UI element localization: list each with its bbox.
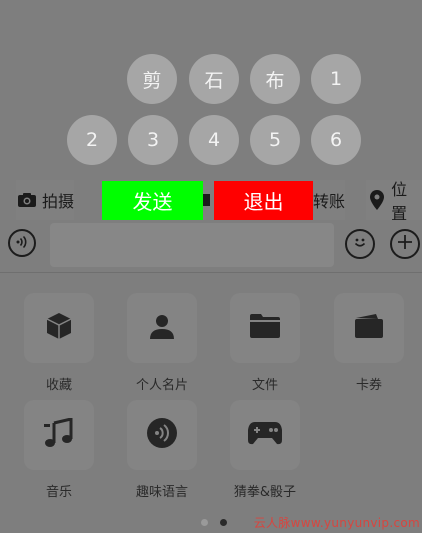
page-dot-2[interactable] [220, 519, 227, 526]
key-scissors[interactable]: 剪 [127, 54, 177, 104]
photo-chip[interactable]: 拍摄 [16, 180, 75, 220]
voice-icon [146, 417, 178, 453]
plus-icon [397, 234, 413, 254]
cube-icon [44, 311, 74, 345]
exit-button[interactable]: 退出 [214, 181, 313, 220]
partial-icon [202, 194, 210, 206]
key-rock[interactable]: 石 [189, 54, 239, 104]
person-icon [147, 311, 177, 345]
music-note-icon [44, 417, 74, 452]
send-button[interactable]: 发送 [102, 181, 203, 220]
key-6[interactable]: 6 [311, 115, 361, 165]
key-paper[interactable]: 布 [250, 54, 300, 104]
panel-item-label: 猜拳&骰子 [233, 485, 297, 500]
key-4[interactable]: 4 [189, 115, 239, 165]
gamepad-icon [247, 420, 283, 450]
folder-icon [249, 313, 281, 343]
panel-item-rps-dice[interactable] [230, 400, 300, 470]
panel-item-fun-voice[interactable] [127, 400, 197, 470]
key-3[interactable]: 3 [128, 115, 178, 165]
quick-toolbar: 拍摄 转账 位置 [0, 180, 422, 223]
smiley-icon [351, 233, 369, 255]
message-input[interactable] [50, 223, 334, 267]
key-1[interactable]: 1 [311, 54, 361, 104]
watermark: 云人脉www.yunyunvip.com [253, 516, 420, 530]
location-label: 位置 [391, 180, 408, 223]
panel-item-label: 音乐 [45, 485, 72, 500]
panel-item-label: 收藏 [45, 378, 72, 393]
wallet-icon [354, 313, 384, 343]
panel-item-favorites[interactable] [24, 293, 94, 363]
panel-item-file[interactable] [230, 293, 300, 363]
key-2[interactable]: 2 [67, 115, 117, 165]
emoji-button[interactable] [345, 229, 375, 259]
location-chip[interactable]: 位置 [366, 180, 422, 223]
camera-icon [16, 189, 38, 211]
voice-icon [15, 234, 29, 253]
transfer-chip[interactable]: 转账 [313, 180, 346, 220]
transfer-label: 转账 [313, 192, 346, 211]
voice-toggle-button[interactable] [8, 229, 36, 257]
panel-item-label: 趣味语言 [135, 485, 188, 500]
panel-item-label: 卡券 [355, 378, 382, 393]
panel-item-label: 文件 [251, 378, 278, 393]
page-dot-1[interactable] [201, 519, 208, 526]
panel-item-music[interactable] [24, 400, 94, 470]
photo-label: 拍摄 [42, 192, 75, 211]
key-5[interactable]: 5 [250, 115, 300, 165]
panel-divider [0, 272, 422, 273]
location-pin-icon [366, 189, 387, 211]
panel-item-business-card[interactable] [127, 293, 197, 363]
hidden-chip-fragment [202, 180, 214, 220]
more-button[interactable] [390, 229, 420, 259]
panel-item-label: 个人名片 [135, 378, 188, 393]
panel-item-coupons[interactable] [334, 293, 404, 363]
chat-input-row [0, 222, 422, 268]
